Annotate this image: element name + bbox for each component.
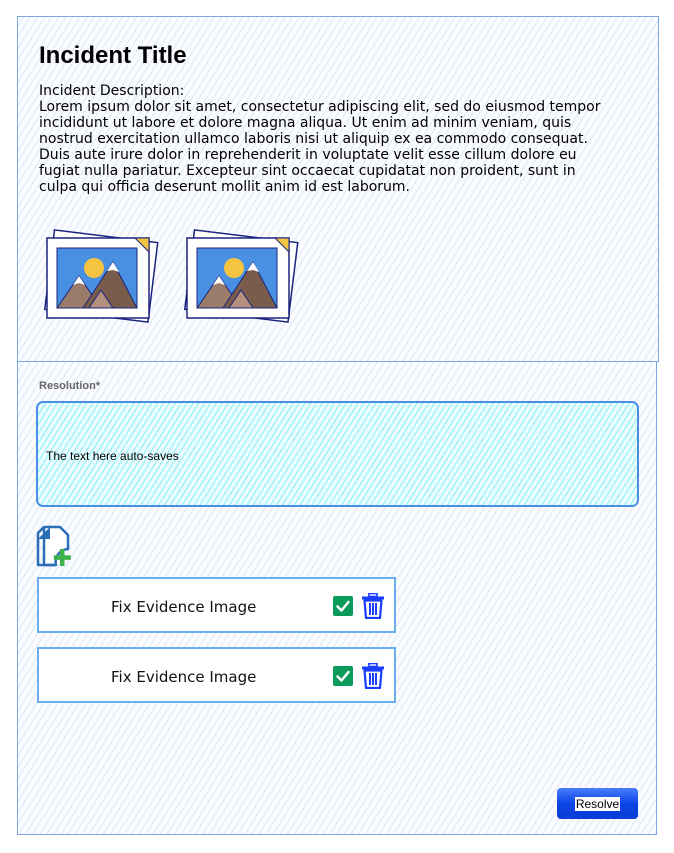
evidence-item-label: Fix Evidence Image	[111, 598, 257, 616]
resolution-text[interactable]: The text here auto-saves	[46, 449, 606, 463]
image-stack-icon	[43, 229, 159, 323]
incident-image-1[interactable]	[41, 228, 161, 328]
check-icon[interactable]	[333, 596, 353, 616]
resolution-label: Resolution*	[39, 380, 101, 392]
add-file-icon[interactable]	[36, 525, 80, 569]
trash-icon[interactable]	[361, 592, 385, 620]
incident-description-label: Incident Description:	[39, 83, 185, 99]
resolve-button-label: Resolve	[574, 797, 621, 811]
incident-image-2[interactable]	[181, 228, 301, 328]
resolution-textarea[interactable]: The text here auto-saves	[36, 401, 639, 507]
evidence-item-label: Fix Evidence Image	[111, 668, 257, 686]
trash-icon[interactable]	[361, 662, 385, 690]
resolve-button[interactable]: Resolve	[557, 788, 638, 819]
incident-title: Incident Title	[39, 42, 187, 69]
image-stack-icon	[183, 229, 299, 323]
incident-description: Lorem ipsum dolor sit amet, consectetur …	[39, 99, 601, 195]
evidence-item: Fix Evidence Image	[37, 577, 396, 633]
check-icon[interactable]	[333, 666, 353, 686]
evidence-item: Fix Evidence Image	[37, 647, 396, 703]
